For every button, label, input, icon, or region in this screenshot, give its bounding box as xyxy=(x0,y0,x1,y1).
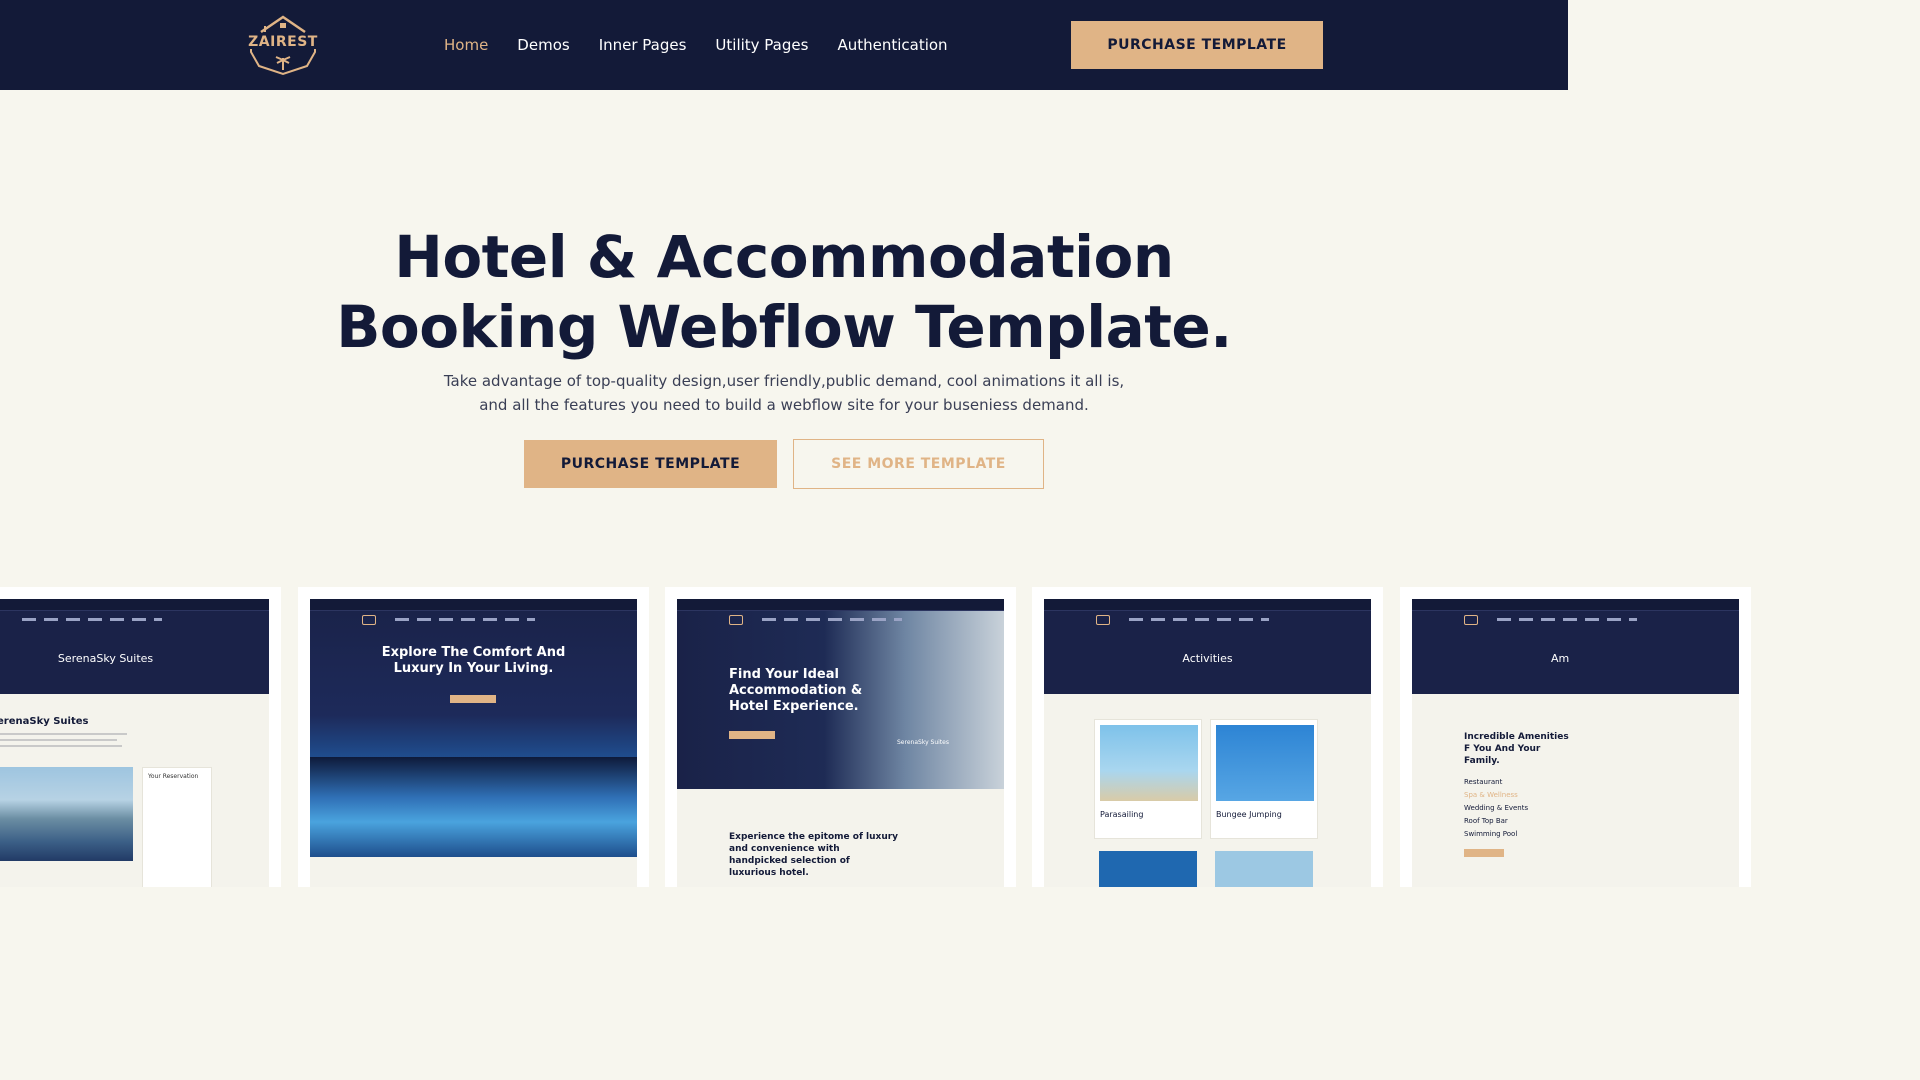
bungee-photo xyxy=(1216,725,1314,801)
preview-heading: Incredible Amenities F You And Your Fami… xyxy=(1464,732,1569,766)
mini-logo-icon xyxy=(1464,615,1478,625)
preview-card-activities[interactable]: Activities Parasailing Bungee Jumping xyxy=(1032,587,1383,887)
preview-banner: Activities xyxy=(1044,599,1371,694)
mini-logo-icon xyxy=(362,615,376,625)
hero-purchase-button[interactable]: PURCHASE TEMPLATE xyxy=(524,440,777,488)
mini-logo-icon xyxy=(1096,615,1110,625)
list-item: Spa & Wellness xyxy=(1464,791,1518,799)
preview-card-ideal[interactable]: Find Your Ideal Accommodation & Hotel Ex… xyxy=(665,587,1016,887)
preview-body-text: Experience the epitome of luxury and con… xyxy=(729,832,899,878)
preview-banner-title: Am xyxy=(1551,652,1570,665)
amenities-list: Restaurant Spa & Wellness Wedding & Even… xyxy=(1464,776,1528,841)
preview-overlay-label: SerenaSky Suites xyxy=(897,739,949,746)
list-item: Swimming Pool xyxy=(1464,830,1518,838)
preview-banner-title: Find Your Ideal Accommodation & Hotel Ex… xyxy=(729,667,863,714)
preview-screenshot: Am Incredible Amenities F You And Your F… xyxy=(1412,599,1739,887)
hero-title: Hotel & Accommodation Booking Webflow Te… xyxy=(0,222,1568,362)
preview-screenshot: Explore The Comfort And Luxury In Your L… xyxy=(310,599,637,887)
hero-subtitle-line-2: and all the features you need to build a… xyxy=(479,396,1089,414)
preview-screenshot: SerenaSky Suites erenaSky Suites Your Re… xyxy=(0,599,269,887)
list-item: Roof Top Bar xyxy=(1464,817,1508,825)
preview-banner: Explore The Comfort And Luxury In Your L… xyxy=(310,599,637,857)
nav-authentication[interactable]: Authentication xyxy=(837,36,947,54)
hero-see-more-button[interactable]: SEE MORE TEMPLATE xyxy=(793,439,1044,489)
top-navbar: ZAIREST Home Demos Inner Pages Utility P… xyxy=(0,0,1568,90)
pool-photo xyxy=(310,757,637,857)
activity-photo xyxy=(1215,851,1313,887)
activity-label: Bungee Jumping xyxy=(1216,810,1282,819)
nav-home[interactable]: Home xyxy=(444,36,488,54)
nav-demos[interactable]: Demos xyxy=(517,36,569,54)
preview-banner-title: Activities xyxy=(1182,652,1233,665)
preview-card-suites[interactable]: SerenaSky Suites erenaSky Suites Your Re… xyxy=(0,587,281,887)
nav-purchase-button[interactable]: PURCHASE TEMPLATE xyxy=(1071,21,1323,69)
activity-photo xyxy=(1099,851,1197,887)
room-photo xyxy=(0,767,133,861)
preview-banner: Am xyxy=(1412,599,1739,694)
list-item: Restaurant xyxy=(1464,778,1503,786)
main-menu: Home Demos Inner Pages Utility Pages Aut… xyxy=(444,0,977,90)
preview-banner-title: Explore The Comfort And Luxury In Your L… xyxy=(381,645,566,676)
reservation-box: Your Reservation xyxy=(142,767,212,887)
preview-heading: erenaSky Suites xyxy=(0,716,89,727)
preview-banner-title: SerenaSky Suites xyxy=(57,652,154,665)
activity-card: Parasailing xyxy=(1094,719,1202,839)
activity-label: Parasailing xyxy=(1100,810,1144,819)
hero-subtitle-line-1: Take advantage of top-quality design,use… xyxy=(443,372,1125,390)
hero-title-line-2: Booking Webflow Template. xyxy=(336,293,1232,361)
hero-title-line-1: Hotel & Accommodation xyxy=(394,223,1174,291)
brand-name: ZAIREST xyxy=(248,34,318,50)
preview-screenshot: Activities Parasailing Bungee Jumping xyxy=(1044,599,1371,887)
reservation-title: Your Reservation xyxy=(148,773,199,780)
preview-banner: SerenaSky Suites xyxy=(0,599,269,694)
parasailing-photo xyxy=(1100,725,1198,801)
nav-inner-pages[interactable]: Inner Pages xyxy=(599,36,687,54)
preview-screenshot: Find Your Ideal Accommodation & Hotel Ex… xyxy=(677,599,1004,887)
mini-logo-icon xyxy=(729,615,743,625)
list-item: Wedding & Events xyxy=(1464,804,1529,812)
nav-utility-pages[interactable]: Utility Pages xyxy=(715,36,808,54)
brand-logo[interactable]: ZAIREST xyxy=(243,14,323,76)
preview-card-explore[interactable]: Explore The Comfort And Luxury In Your L… xyxy=(298,587,649,887)
hero-subtitle: Take advantage of top-quality design,use… xyxy=(0,369,1568,417)
activity-card: Bungee Jumping xyxy=(1210,719,1318,839)
preview-card-amenities[interactable]: Am Incredible Amenities F You And Your F… xyxy=(1400,587,1751,887)
preview-banner: Find Your Ideal Accommodation & Hotel Ex… xyxy=(677,599,1004,789)
